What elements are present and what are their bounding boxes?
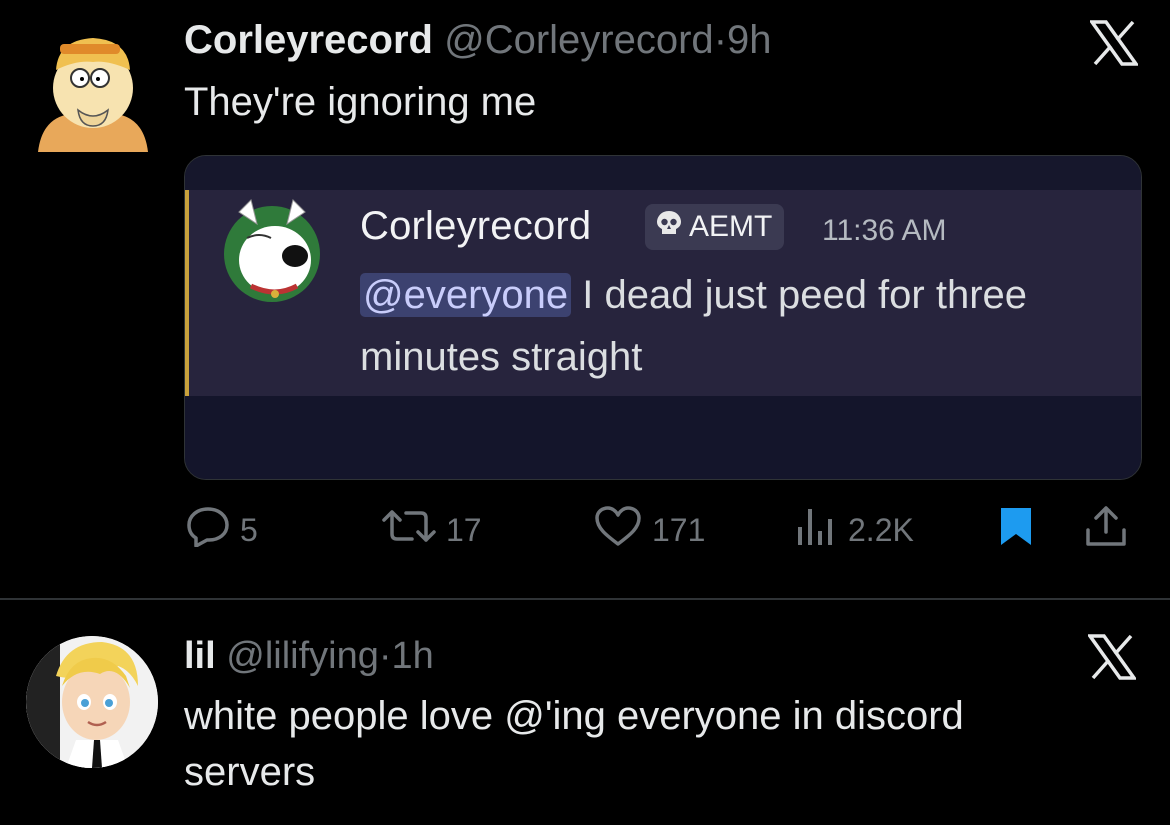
handle[interactable]: @lilifying	[226, 635, 379, 677]
handle[interactable]: @Corleyrecord	[444, 18, 714, 62]
action-bar: 5 17 171 2.2K	[184, 505, 1144, 555]
tweet-text: white people love @'ing everyone in disc…	[184, 694, 964, 794]
views-chart-icon	[794, 505, 838, 555]
display-name[interactable]: Corleyrecord	[184, 18, 433, 62]
media-top-band	[185, 156, 1141, 190]
view-count: 2.2K	[848, 511, 914, 548]
everyone-mention: @everyone	[360, 273, 572, 317]
repost-count: 17	[446, 511, 482, 548]
reply-button[interactable]: 5	[186, 505, 258, 555]
bookmark-icon	[998, 505, 1034, 555]
heart-icon	[594, 505, 642, 555]
timestamp[interactable]: 1h	[392, 635, 434, 677]
reply-count: 5	[240, 511, 258, 548]
tweet-2[interactable]: lil @lilifying·1h white people love @'in…	[0, 600, 1170, 825]
repost-icon	[382, 506, 436, 554]
tweet-header: lil @lilifying·1h	[184, 633, 434, 679]
discord-avatar	[217, 194, 327, 304]
avatar[interactable]	[26, 636, 158, 768]
tweet-header: Corleyrecord @Corleyrecord·9h	[184, 17, 772, 63]
highlight-bar	[185, 190, 189, 396]
share-icon	[1084, 504, 1128, 556]
avatar[interactable]	[38, 30, 148, 152]
display-name[interactable]: lil	[184, 635, 216, 677]
like-count: 171	[652, 511, 706, 548]
x-logo-icon	[1088, 20, 1140, 66]
embedded-screenshot[interactable]: Corleyrecord AEMT 11:36 AM @everyone I d…	[184, 155, 1142, 480]
server-tag-label: AEMT	[689, 210, 773, 243]
share-button[interactable]	[1084, 505, 1128, 555]
reply-icon	[186, 505, 230, 555]
repost-button[interactable]: 17	[382, 505, 482, 555]
skull-icon	[655, 209, 683, 245]
tweet-text: They're ignoring me	[184, 80, 537, 124]
separator-dot: ·	[713, 18, 728, 62]
discord-username: Corleyrecord	[360, 204, 592, 248]
like-button[interactable]: 171	[594, 505, 705, 555]
tweet-1[interactable]: Corleyrecord @Corleyrecord·9h They're ig…	[0, 0, 1170, 598]
discord-timestamp: 11:36 AM	[822, 214, 947, 247]
views-button[interactable]: 2.2K	[794, 505, 914, 555]
media-bottom-band	[185, 396, 1141, 479]
x-logo-icon	[1086, 634, 1138, 680]
server-tag: AEMT	[645, 204, 785, 250]
bookmark-button[interactable]	[998, 505, 1034, 555]
separator-dot: ·	[378, 635, 392, 677]
timestamp[interactable]: 9h	[727, 18, 772, 62]
discord-message-text: @everyone I dead just peed for three min…	[360, 264, 1130, 388]
